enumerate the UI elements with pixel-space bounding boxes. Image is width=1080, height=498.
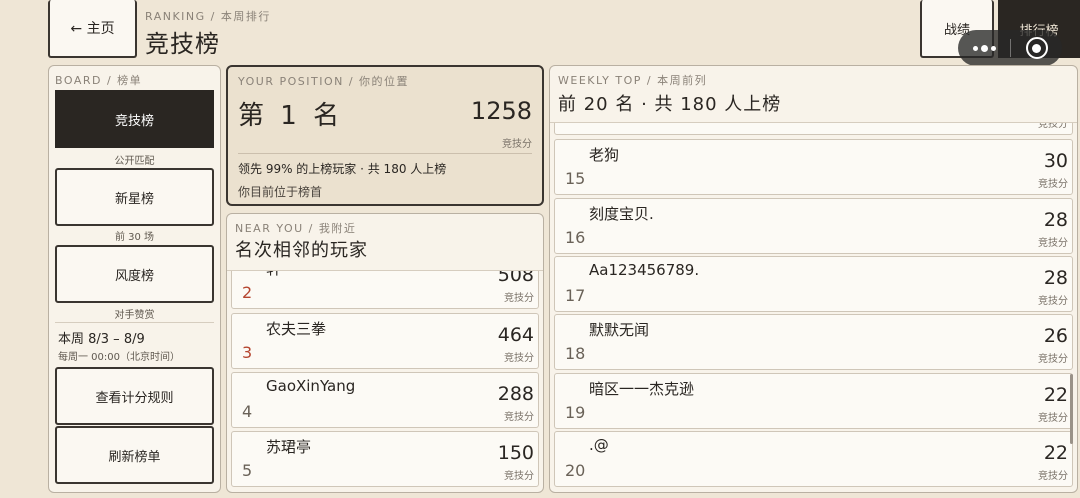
board-item-arena[interactable]: 竞技榜 — [55, 90, 214, 148]
back-home-button[interactable]: ← 主页 — [48, 0, 137, 58]
row-score: 508 — [497, 270, 534, 286]
row-score-unit: 竞技分 — [1038, 296, 1068, 307]
list-item[interactable]: 17 Aa123456789. 28 竞技分 — [554, 256, 1073, 312]
position-status-text: 你目前位于榜首 — [238, 185, 323, 199]
row-player-name: 轩 — [266, 271, 281, 279]
row-player-name: 默默无闻 — [589, 321, 650, 339]
row-player-name: 苏珺亭 — [266, 438, 312, 456]
list-item[interactable]: 5 苏珺亭 150 竞技分 — [231, 431, 539, 487]
board-item-sub: 公开匹配 — [114, 156, 155, 167]
scoring-rules-button[interactable]: 查看计分规则 — [55, 367, 214, 425]
near-caption: NEAR YOU / 我附近 — [235, 222, 357, 235]
scrollbar[interactable] — [1070, 374, 1073, 444]
row-score-unit: 竞技分 — [504, 412, 534, 423]
row-score: 22 — [1043, 442, 1068, 464]
list-item[interactable]: 3 农夫三拳 464 竞技分 — [231, 313, 539, 369]
position-score-unit: 竞技分 — [502, 139, 532, 150]
row-rank: 4 — [242, 402, 253, 421]
board-item-sub: 对手赞赏 — [114, 310, 155, 321]
row-score: 26 — [1043, 325, 1068, 347]
week-range: 本周 8/3 – 8/9 — [58, 332, 145, 347]
row-score-unit: 竞技分 — [1038, 238, 1068, 249]
list-item[interactable]: 2 轩 508 竞技分 — [231, 270, 539, 309]
row-player-name: 农夫三拳 — [266, 320, 327, 338]
row-score-unit: 竞技分 — [504, 353, 534, 364]
header-caption: RANKING / 本周排行 — [145, 10, 271, 23]
board-item-rising[interactable]: 新星榜 — [55, 168, 214, 226]
row-rank: 3 — [242, 343, 253, 362]
divider — [238, 153, 532, 154]
row-score: 30 — [1043, 150, 1068, 172]
position-caption: YOUR POSITION / 你的位置 — [238, 75, 410, 88]
row-rank: 2 — [242, 283, 253, 302]
week-reset-note: 每周一 00:00（北京时间） — [58, 352, 180, 363]
row-score-unit: 竞技分 — [1038, 471, 1068, 482]
scoring-rules-label: 查看计分规则 — [95, 390, 174, 406]
refresh-board-label: 刷新榜单 — [108, 449, 161, 465]
board-item-label: 竞技榜 — [114, 113, 154, 129]
row-player-name: 刻度宝贝. — [589, 205, 654, 223]
board-item-sportsmanship[interactable]: 风度榜 — [55, 245, 214, 303]
list-item[interactable]: 19 暗区一一杰克逊 22 竞技分 — [554, 373, 1073, 429]
position-lead-text: 领先 99% 的上榜玩家 · 共 180 人上榜 — [238, 162, 447, 176]
board-item-label: 新星榜 — [114, 191, 154, 207]
list-item[interactable]: 竞技分 — [554, 122, 1073, 135]
row-player-name: Aa123456789. — [589, 261, 700, 279]
board-panel: BOARD / 榜单 竞技榜 公开匹配 新星榜 前 30 场 风度榜 对手赞赏 … — [48, 65, 221, 493]
row-player-name: 暗区一一杰克逊 — [589, 380, 695, 398]
row-player-name: GaoXinYang — [266, 377, 356, 395]
page-title: 竞技榜 — [145, 30, 220, 58]
row-score: 464 — [497, 324, 534, 346]
close-target-icon[interactable] — [1011, 37, 1062, 59]
row-score-unit: 竞技分 — [1038, 413, 1068, 424]
row-score-unit: 竞技分 — [1038, 179, 1068, 190]
board-item-label: 风度榜 — [114, 268, 154, 284]
row-score-unit: 竞技分 — [1038, 354, 1068, 365]
list-item[interactable]: 16 刻度宝贝. 28 竞技分 — [554, 198, 1073, 254]
top-title: 前 20 名 · 共 180 人上榜 — [558, 94, 782, 115]
refresh-board-button[interactable]: 刷新榜单 — [55, 426, 214, 484]
weekly-top-panel: WEEKLY TOP / 本周前列 前 20 名 · 共 180 人上榜 竞技分… — [549, 65, 1078, 493]
row-player-name: 老狗 — [589, 146, 620, 164]
position-rank: 第 1 名 — [238, 101, 344, 131]
list-item[interactable]: 18 默默无闻 26 竞技分 — [554, 314, 1073, 370]
row-rank: 20 — [565, 461, 586, 480]
top-list[interactable]: 竞技分 15 老狗 30 竞技分 16 刻度宝贝. 28 竞技分 17 Aa12… — [550, 122, 1077, 492]
row-rank: 16 — [565, 228, 586, 247]
back-home-label: ← 主页 — [70, 21, 115, 37]
list-item[interactable]: 4 GaoXinYang 288 竞技分 — [231, 372, 539, 428]
row-score: 150 — [497, 442, 534, 464]
more-options-icon[interactable] — [958, 44, 1010, 52]
row-rank: 5 — [242, 461, 253, 480]
row-rank: 18 — [565, 344, 586, 363]
top-caption: WEEKLY TOP / 本周前列 — [558, 74, 708, 87]
row-score-unit: 竞技分 — [504, 293, 534, 304]
board-item-sub: 前 30 场 — [114, 232, 155, 243]
row-score: 22 — [1043, 384, 1068, 406]
list-item[interactable]: 15 老狗 30 竞技分 — [554, 139, 1073, 195]
position-score: 1258 — [470, 97, 532, 125]
row-rank: 15 — [565, 169, 586, 188]
miniprogram-capsule — [958, 30, 1062, 66]
near-title: 名次相邻的玩家 — [235, 240, 368, 261]
your-position-card: YOUR POSITION / 你的位置 第 1 名 1258 竞技分 领先 9… — [226, 65, 544, 206]
near-you-panel: NEAR YOU / 我附近 名次相邻的玩家 2 轩 508 竞技分 3 农夫三… — [226, 213, 544, 493]
row-score-unit: 竞技分 — [504, 471, 534, 482]
divider — [55, 322, 214, 323]
row-rank: 19 — [565, 403, 586, 422]
list-item[interactable]: 20 .@ 22 竞技分 — [554, 431, 1073, 487]
row-score: 288 — [497, 383, 534, 405]
row-score-unit: 竞技分 — [1038, 122, 1068, 130]
row-player-name: .@ — [589, 436, 609, 454]
row-score: 28 — [1043, 209, 1068, 231]
near-list[interactable]: 2 轩 508 竞技分 3 农夫三拳 464 竞技分 4 GaoXinYang … — [227, 270, 543, 492]
row-rank: 17 — [565, 286, 586, 305]
row-score: 28 — [1043, 267, 1068, 289]
board-caption: BOARD / 榜单 — [55, 74, 143, 87]
